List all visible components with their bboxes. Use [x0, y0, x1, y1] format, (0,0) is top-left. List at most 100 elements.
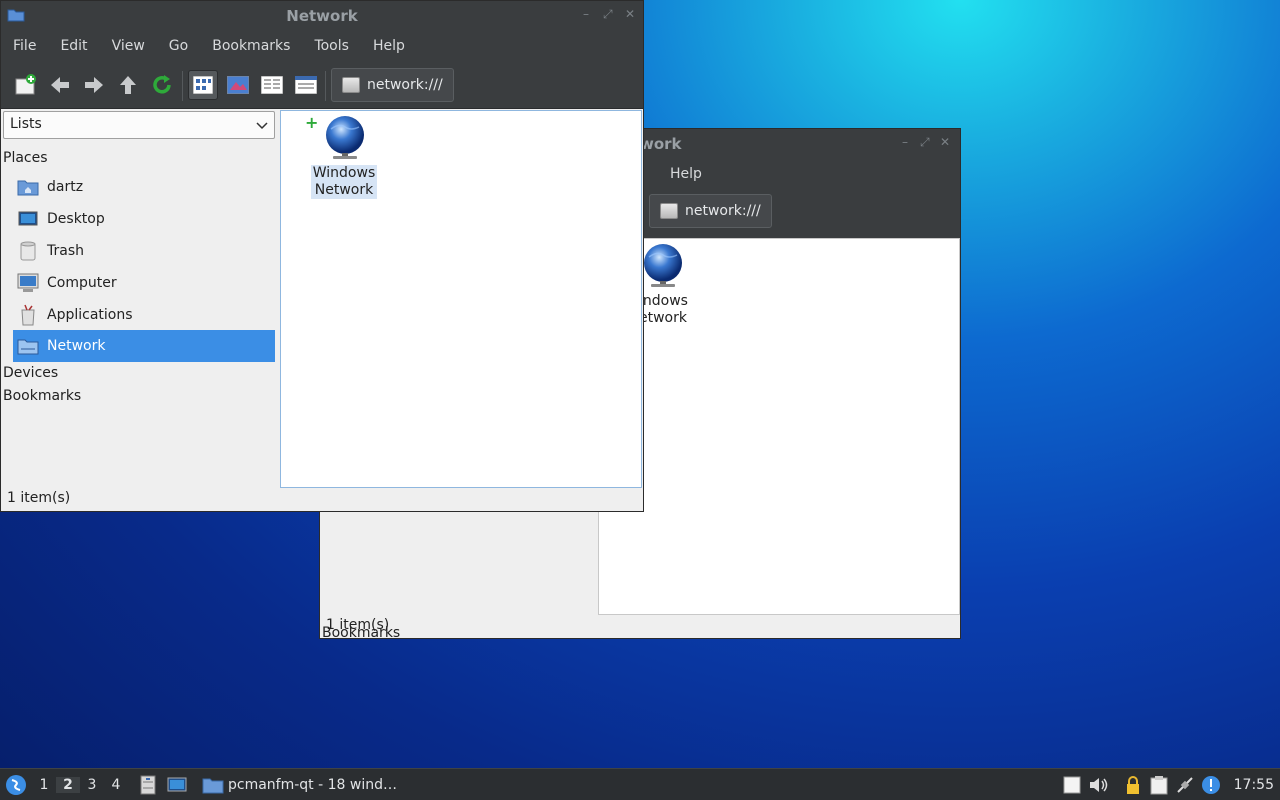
- workspace-3[interactable]: 3: [80, 777, 104, 793]
- menu-tools[interactable]: Tools: [300, 38, 359, 54]
- front-window-titlebar[interactable]: Network – ⤢ ✕: [1, 1, 643, 31]
- arrow-right-icon: [85, 77, 103, 93]
- toolbar-separator: [182, 71, 183, 101]
- reload-button[interactable]: [150, 73, 174, 97]
- thumbnail-view-button[interactable]: [226, 73, 250, 97]
- back-content-view[interactable]: indows etwork: [598, 238, 960, 615]
- place-item-home[interactable]: dartz: [13, 171, 275, 203]
- menu-go[interactable]: Go: [155, 38, 198, 54]
- toolbar: network:///: [1, 61, 643, 109]
- clipboard-icon: [1150, 775, 1168, 794]
- maximize-icon[interactable]: ⤢: [603, 7, 613, 22]
- close-icon[interactable]: ✕: [940, 135, 950, 149]
- menu-bookmarks[interactable]: Bookmarks: [198, 38, 300, 54]
- taskbar-panel: 1 2 3 4 pcmanfm-qt - 18 wind… 17:55: [0, 768, 1280, 800]
- location-button[interactable]: network:///: [331, 68, 454, 102]
- window-title: Network: [286, 7, 358, 25]
- place-item-computer[interactable]: Computer: [13, 267, 275, 299]
- drive-icon: [660, 203, 678, 219]
- workspace-4[interactable]: 4: [104, 777, 128, 793]
- compact-view-button[interactable]: [260, 73, 284, 97]
- add-emblem-icon: +: [305, 113, 319, 132]
- place-label: dartz: [47, 179, 84, 195]
- toolbar-separator: [325, 71, 326, 101]
- network-wired-icon: [1176, 776, 1193, 793]
- back-location-button[interactable]: network:///: [649, 194, 772, 228]
- file-item-label: Windows Network: [310, 165, 378, 199]
- forward-button[interactable]: [82, 73, 106, 97]
- refresh-icon: [153, 75, 171, 94]
- menu-help[interactable]: Help: [359, 38, 415, 54]
- note-icon: [1063, 776, 1081, 793]
- detailed-view-icon: [295, 76, 317, 94]
- up-button[interactable]: [116, 73, 140, 97]
- trash-icon: [17, 240, 39, 262]
- quicklaunch-file-manager[interactable]: [136, 775, 160, 795]
- workspace-2[interactable]: 2: [56, 776, 80, 793]
- network-icon: [17, 335, 39, 357]
- desktop-icon: [17, 208, 39, 230]
- applications-icon: [17, 304, 39, 326]
- back-file-label: indows etwork: [639, 293, 688, 326]
- menu-view[interactable]: View: [98, 38, 155, 54]
- tray-network[interactable]: [1172, 775, 1198, 795]
- new-tab-button[interactable]: [14, 73, 38, 97]
- section-places[interactable]: Places: [3, 150, 48, 166]
- menu-help[interactable]: Help: [660, 166, 712, 182]
- back-location-text: network:///: [685, 203, 761, 219]
- place-label: Network: [47, 338, 106, 354]
- tray-lock[interactable]: [1120, 775, 1146, 795]
- place-label: Desktop: [47, 211, 105, 227]
- back-button[interactable]: [48, 73, 72, 97]
- menubar: File Edit View Go Bookmarks Tools Help: [1, 31, 643, 61]
- lxqt-logo-icon: [6, 774, 26, 795]
- lock-icon: [1126, 775, 1139, 794]
- minimize-icon[interactable]: –: [583, 7, 589, 21]
- quicklaunch-show-desktop[interactable]: [164, 776, 190, 794]
- back-window-title: work: [640, 135, 682, 153]
- home-folder-icon: [17, 176, 39, 198]
- back-network-globe-icon[interactable]: [643, 243, 683, 293]
- tray-volume[interactable]: [1084, 776, 1114, 794]
- volume-icon: [1089, 777, 1107, 792]
- front-file-manager-window[interactable]: Network – ⤢ ✕ File Edit View Go Bookmark…: [0, 0, 644, 512]
- close-icon[interactable]: ✕: [625, 7, 635, 21]
- alert-icon: [1201, 775, 1220, 794]
- tray-clipboard[interactable]: [1060, 776, 1084, 794]
- chevron-down-icon: [256, 122, 268, 130]
- task-button-pcmanfm[interactable]: pcmanfm-qt - 18 wind…: [196, 771, 403, 799]
- arrow-up-icon: [120, 76, 136, 94]
- file-cabinet-icon: [140, 775, 156, 794]
- side-pane-mode-select[interactable]: Lists: [3, 111, 275, 139]
- place-item-applications[interactable]: Applications: [13, 299, 275, 331]
- place-item-trash[interactable]: Trash: [13, 235, 275, 267]
- menu-edit[interactable]: Edit: [46, 38, 97, 54]
- maximize-icon[interactable]: ⤢: [920, 135, 930, 150]
- windows-network-globe-icon[interactable]: [325, 115, 365, 165]
- thumbnail-view-icon: [227, 76, 249, 94]
- icon-view-icon: [193, 76, 213, 94]
- arrow-left-icon: [51, 77, 69, 93]
- place-item-network[interactable]: Network: [13, 330, 275, 362]
- icon-view-button[interactable]: [188, 70, 218, 100]
- section-devices[interactable]: Devices: [3, 365, 58, 381]
- back-statusbar: 1 item(s): [326, 617, 390, 633]
- place-label: Computer: [47, 275, 117, 291]
- workspace-1[interactable]: 1: [32, 777, 56, 793]
- menu-file[interactable]: File: [1, 38, 46, 54]
- computer-icon: [17, 272, 39, 294]
- minimize-icon[interactable]: –: [902, 135, 908, 149]
- section-bookmarks[interactable]: Bookmarks: [3, 388, 81, 404]
- statusbar: 1 item(s): [7, 490, 71, 506]
- file-item-windows-network[interactable]: Windows Network: [310, 165, 378, 199]
- detailed-view-button[interactable]: [294, 73, 318, 97]
- place-item-desktop[interactable]: Desktop: [13, 203, 275, 235]
- place-label: Applications: [47, 307, 133, 323]
- side-pane: Lists Places dartz Desktop Trash Compute…: [1, 109, 279, 489]
- clock[interactable]: 17:55: [1234, 777, 1274, 793]
- folder-icon: [202, 778, 224, 793]
- tray-notification[interactable]: [1198, 775, 1224, 795]
- content-view[interactable]: + Windows Network: [280, 110, 642, 488]
- tray-clipboard-manager[interactable]: [1146, 775, 1172, 795]
- main-menu-button[interactable]: [0, 774, 32, 796]
